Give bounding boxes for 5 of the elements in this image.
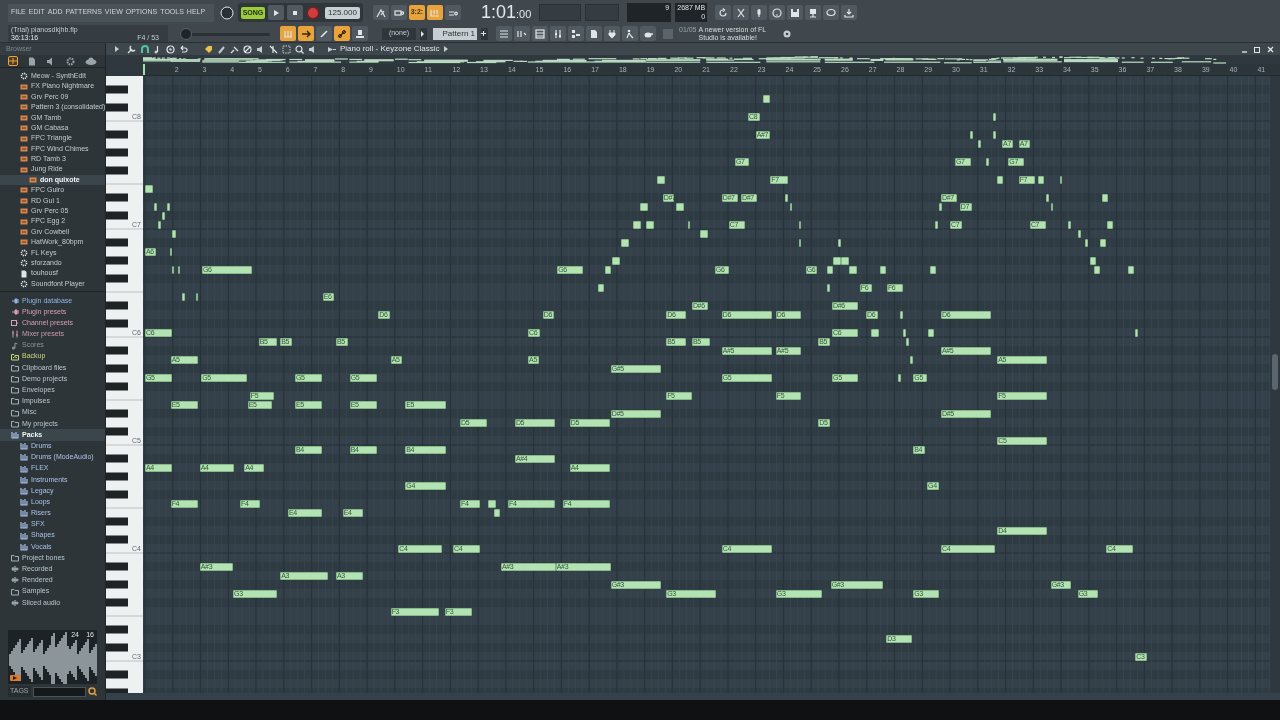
song-position: 1:01: [480, 2, 516, 23]
window-title: Piano roll - Keyzone Classic: [340, 43, 440, 55]
tempo-display[interactable]: 125.000: [325, 6, 360, 19]
song-position-ticks: :00: [515, 7, 532, 23]
pattern-selector[interactable]: Pattern 1: [433, 27, 477, 40]
